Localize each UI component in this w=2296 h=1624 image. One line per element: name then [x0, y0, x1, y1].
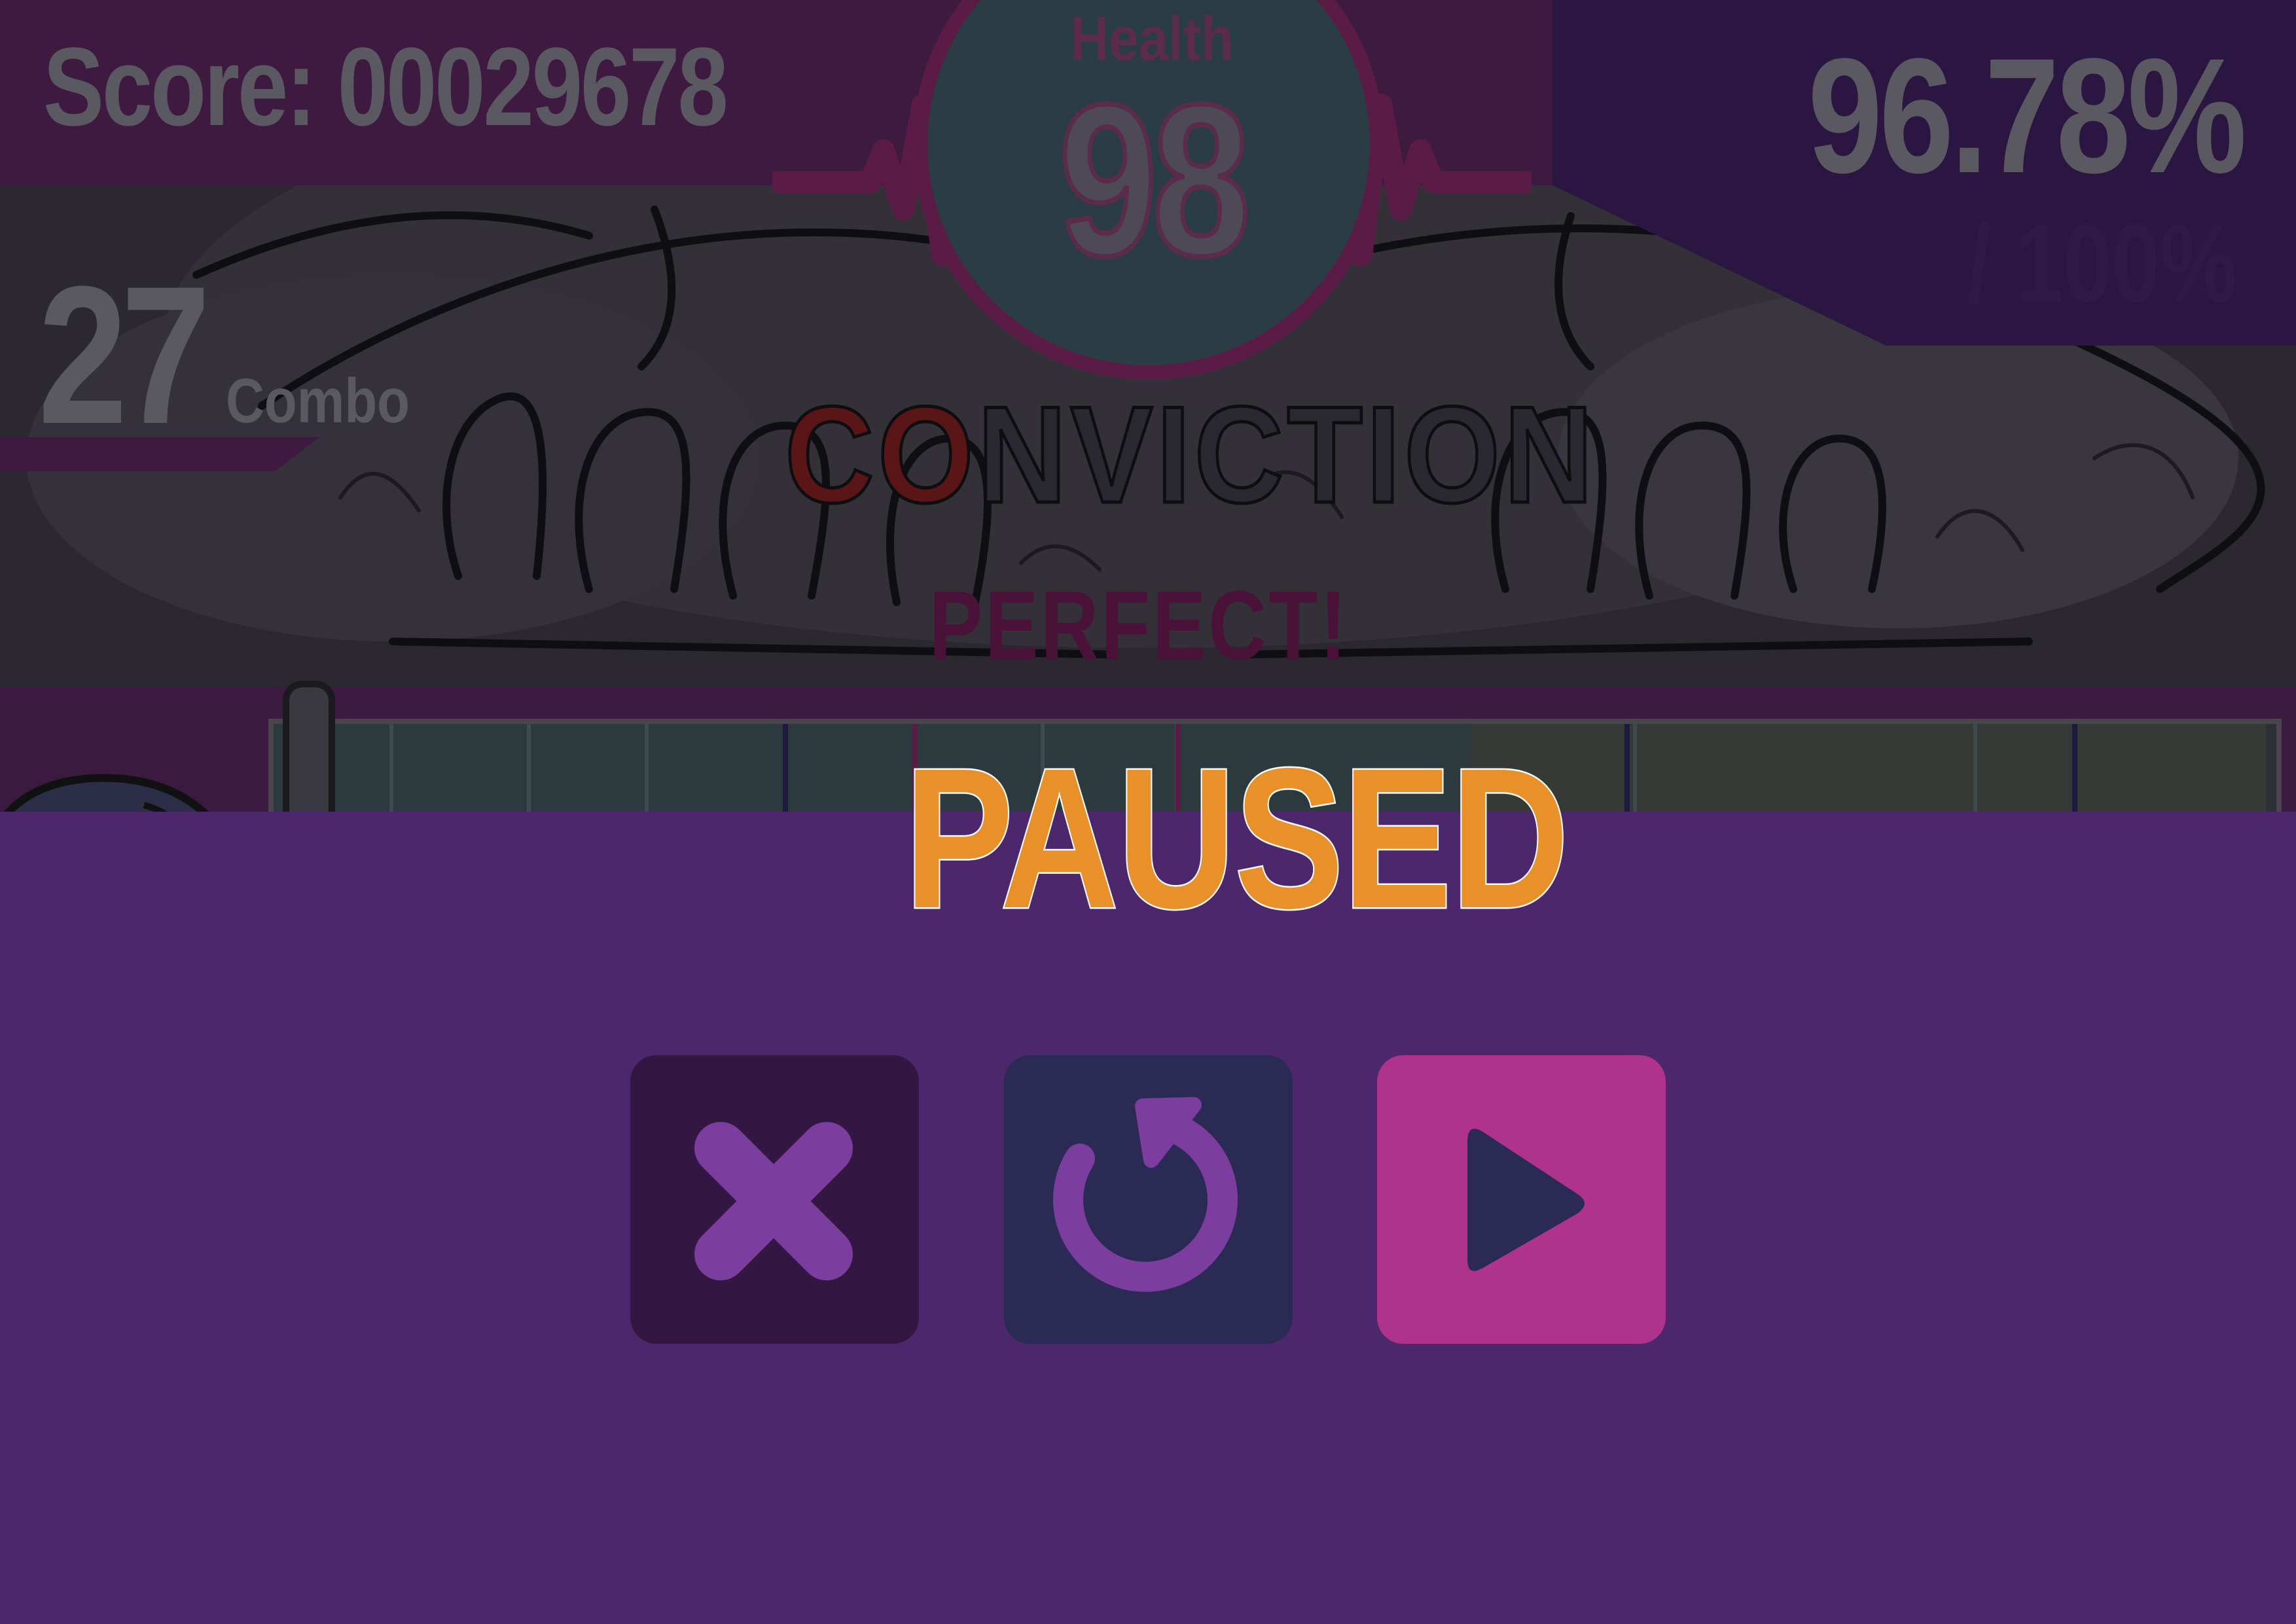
combo-label: Combo: [226, 366, 410, 436]
accuracy-max: / 100%: [1967, 202, 2237, 326]
restart-button[interactable]: [1004, 1055, 1293, 1344]
accuracy-value: 96.78%: [1808, 24, 2247, 207]
song-title-highlight: CO: [783, 378, 978, 532]
health-value: 98: [1056, 59, 1252, 300]
paused-title: PAUSED: [903, 727, 1571, 950]
close-icon: [694, 1122, 853, 1280]
score-text: Score: 00029678: [43, 25, 728, 149]
song-title-rest: NVICTION: [976, 378, 1597, 532]
restart-icon: [1053, 1097, 1238, 1292]
play-icon: [1467, 1128, 1585, 1271]
song-title: CONVICTION: [783, 384, 1595, 525]
resume-button[interactable]: [1377, 1055, 1666, 1344]
quit-button[interactable]: [630, 1055, 919, 1344]
combo-underline: [0, 437, 319, 471]
judgement-text: PERFECT!: [929, 570, 1349, 680]
game-screen: Score: 00029678 96.78% / 100% Health 98 …: [0, 0, 2296, 1624]
combo-count: 27: [38, 245, 211, 465]
